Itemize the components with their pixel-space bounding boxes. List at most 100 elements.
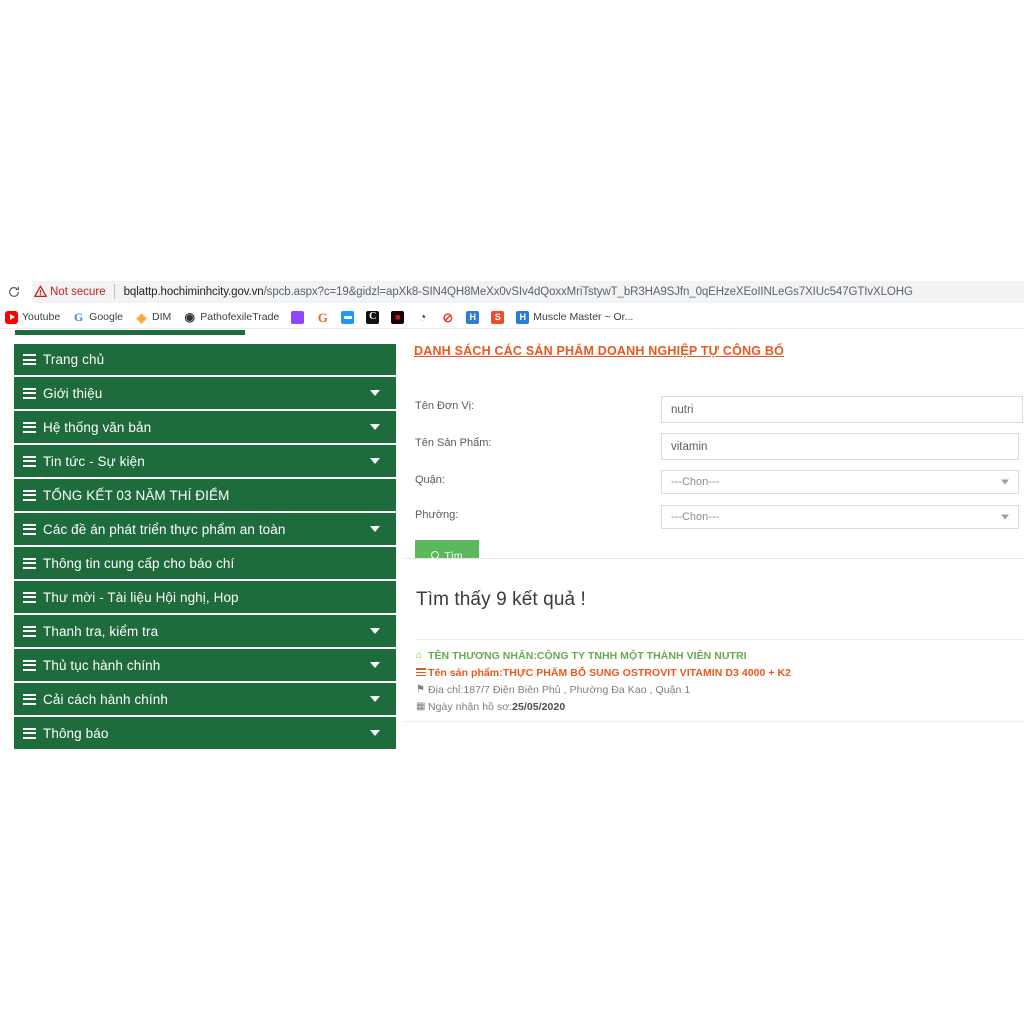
reload-icon[interactable]: [4, 282, 24, 302]
dark-circle-icon: ◔: [419, 310, 427, 324]
home-icon: ⌂: [416, 650, 423, 661]
red-slash-circle-icon: ⊘: [442, 310, 454, 324]
pathofexile-icon: ◉: [184, 310, 195, 324]
chevron-down-icon[interactable]: [370, 458, 380, 464]
district-select[interactable]: ---Chon---: [661, 470, 1019, 494]
screenshot-canvas: Not secure bqlattp.hochiminhcity.gov.vn/…: [0, 0, 1024, 1024]
chevron-down-icon: [1001, 479, 1009, 485]
browser-chrome: Not secure bqlattp.hochiminhcity.gov.vn/…: [0, 277, 1024, 329]
blue-h2-icon: H: [516, 310, 530, 324]
bookmark-item[interactable]: ◈ DIM: [135, 310, 172, 324]
bookmark-item[interactable]: Youtube: [5, 310, 60, 324]
bookmark-label: Muscle Master ~ Or...: [533, 311, 634, 323]
list-bars-icon: [23, 354, 36, 365]
address-value: 187/7 Điện Biên Phủ , Phường Đa Kao , Qu…: [463, 684, 691, 696]
bookmark-item[interactable]: G: [316, 311, 329, 324]
sidebar-item-label: TỔNG KẾT 03 NĂM THÍ ĐIỂM: [43, 487, 230, 503]
sidebar-item-3[interactable]: Hệ thống văn bản: [14, 411, 396, 445]
results-panel: Tìm thấy 9 kết quả ! ⌂ TÊN THƯƠNG NHÂN: C…: [404, 558, 1024, 722]
page-title: DANH SÁCH CÁC SẢN PHẨM DOANH NGHIỆP TỰ C…: [414, 344, 785, 358]
main-content: DANH SÁCH CÁC SẢN PHẨM DOANH NGHIỆP TỰ C…: [404, 330, 1024, 722]
sidebar-item-4[interactable]: Tin tức - Sự kiện: [14, 445, 396, 479]
page-viewport: Trang chủ Giới thiệu Hệ thống văn bản Tin t…: [0, 330, 1024, 750]
result-line: ⚑ Địa chỉ: 187/7 Điện Biên Phủ , Phường Đ…: [416, 684, 1024, 696]
blue-square-icon: [341, 310, 355, 324]
security-status-label: Not secure: [50, 285, 106, 298]
url-host: bqlattp.hochiminhcity.gov.vn: [123, 285, 264, 298]
result-line: ▦ Ngày nhận hồ sơ: 25/05/2020: [416, 701, 1024, 713]
sidebar-item-8[interactable]: Thư mời - Tài liệu Hội nghị, Hop: [14, 581, 396, 615]
sidebar-item-label: Thông tin cung cấp cho báo chí: [43, 555, 235, 571]
chevron-down-icon[interactable]: [370, 662, 380, 668]
sidebar-item-10[interactable]: Thủ tục hành chính: [14, 649, 396, 683]
select-value: ---Chon---: [671, 511, 720, 523]
list-bars-icon: [23, 421, 36, 433]
chevron-down-icon[interactable]: [370, 628, 380, 634]
omnibox-row: Not secure bqlattp.hochiminhcity.gov.vn/…: [0, 277, 1024, 306]
dim-icon: ◈: [136, 310, 147, 324]
sidebar-item-9[interactable]: Thanh tra, kiểm tra: [14, 615, 396, 649]
bookmark-item[interactable]: G Google: [72, 311, 123, 324]
address-bar[interactable]: Not secure bqlattp.hochiminhcity.gov.vn/…: [32, 280, 1024, 303]
result-item[interactable]: ⌂ TÊN THƯƠNG NHÂN: CÔNG TY TNHH MỘT THÀNH…: [404, 640, 1024, 722]
result-line: Tên sản phẩm: THỰC PHẨM BỔ SUNG OSTROVIT…: [416, 667, 1024, 679]
sidebar-item-label: Thư mời - Tài liệu Hội nghị, Hop: [43, 589, 239, 605]
sidebar-item-label: Thông báo: [43, 725, 109, 741]
bookmark-item[interactable]: ■: [391, 310, 405, 324]
sidebar-item-1[interactable]: Trang chủ: [14, 344, 396, 377]
company-name-input[interactable]: [661, 396, 1023, 423]
crescent-c-icon: C: [366, 310, 380, 324]
result-line: ⌂ TÊN THƯƠNG NHÂN: CÔNG TY TNHH MỘT THÀNH…: [416, 650, 1024, 662]
sidebar-item-2[interactable]: Giới thiệu: [14, 377, 396, 411]
warning-triangle-icon: [34, 285, 47, 298]
chevron-down-icon[interactable]: [370, 424, 380, 430]
merchant-name: CÔNG TY TNHH MỘT THÀNH VIÊN NUTRI: [536, 650, 747, 662]
chevron-down-icon[interactable]: [370, 696, 380, 702]
url-path: /spcb.aspx?c=19&gidzl=apXk8-SIN4QH8MeXx0…: [263, 285, 913, 298]
date-prefix: Ngày nhận hồ sơ:: [428, 701, 513, 713]
bookmark-item[interactable]: S: [491, 310, 505, 324]
list-bars-icon: [23, 659, 36, 671]
bookmark-item[interactable]: ◔: [416, 311, 429, 324]
list-bars-icon: [23, 523, 36, 535]
sidebar-item-7[interactable]: Thông tin cung cấp cho báo chí: [14, 547, 396, 581]
select-value: ---Chon---: [671, 476, 720, 488]
bookmark-label: Google: [89, 311, 124, 323]
sidebar-item-label: Thủ tục hành chính: [43, 657, 161, 673]
address-prefix: Địa chỉ:: [428, 684, 464, 696]
twitch-icon: [291, 310, 305, 324]
bookmark-item[interactable]: ◉ PathofexileTrade: [183, 310, 280, 324]
sidebar-item-label: Tin tức - Sự kiện: [43, 453, 145, 469]
dark-red-square-icon: ■: [391, 310, 405, 324]
list-bars-icon: [416, 668, 428, 678]
product-name-input[interactable]: [661, 433, 1019, 460]
chevron-down-icon[interactable]: [370, 526, 380, 532]
bookmark-item[interactable]: [341, 310, 355, 324]
bookmark-label: PathofexileTrade: [200, 311, 280, 323]
list-bars-icon: [23, 727, 36, 739]
chevron-down-icon[interactable]: [370, 390, 380, 396]
form-label-2: Tên Sản Phẩm:: [415, 437, 492, 449]
bookmark-item[interactable]: H Muscle Master ~ Or...: [516, 310, 634, 324]
ward-select[interactable]: ---Chon---: [661, 505, 1019, 529]
product-search-form: Tên Đơn Vị: Tên Sản Phẩm: Quận: ---Chon--- P…: [404, 358, 1024, 571]
bookmark-item[interactable]: ⊘: [441, 311, 454, 324]
sidebar-item-5[interactable]: TỔNG KẾT 03 NĂM THÍ ĐIỂM: [14, 479, 396, 513]
bookmark-item[interactable]: H: [466, 310, 480, 324]
bookmark-item[interactable]: [291, 310, 305, 324]
bookmark-item[interactable]: C: [366, 310, 380, 324]
sidebar-item-12[interactable]: Thông báo: [14, 717, 396, 750]
chevron-down-icon[interactable]: [370, 730, 380, 736]
calendar-icon: ▦: [416, 701, 426, 712]
url-text: bqlattp.hochiminhcity.gov.vn/spcb.aspx?c…: [124, 286, 913, 298]
results-count-label: Tìm thấy 9 kết quả !: [416, 589, 586, 610]
top-nav-strip: [15, 330, 245, 335]
form-label-4: Phường:: [415, 509, 459, 521]
list-bars-icon: [23, 591, 36, 603]
list-bars-icon: [23, 625, 36, 637]
sidebar-menu: Trang chủ Giới thiệu Hệ thống văn bản Tin t…: [14, 344, 396, 750]
sidebar-item-6[interactable]: Các đề án phát triển thực phẩm an toàn: [14, 513, 396, 547]
sidebar-item-label: Giới thiệu: [43, 385, 103, 401]
bookmarks-bar: Youtube G Google ◈ DIM ◉ PathofexileTrade G C ■ ◔ ⊘…: [0, 306, 1024, 329]
sidebar-item-11[interactable]: Cải cách hành chính: [14, 683, 396, 717]
